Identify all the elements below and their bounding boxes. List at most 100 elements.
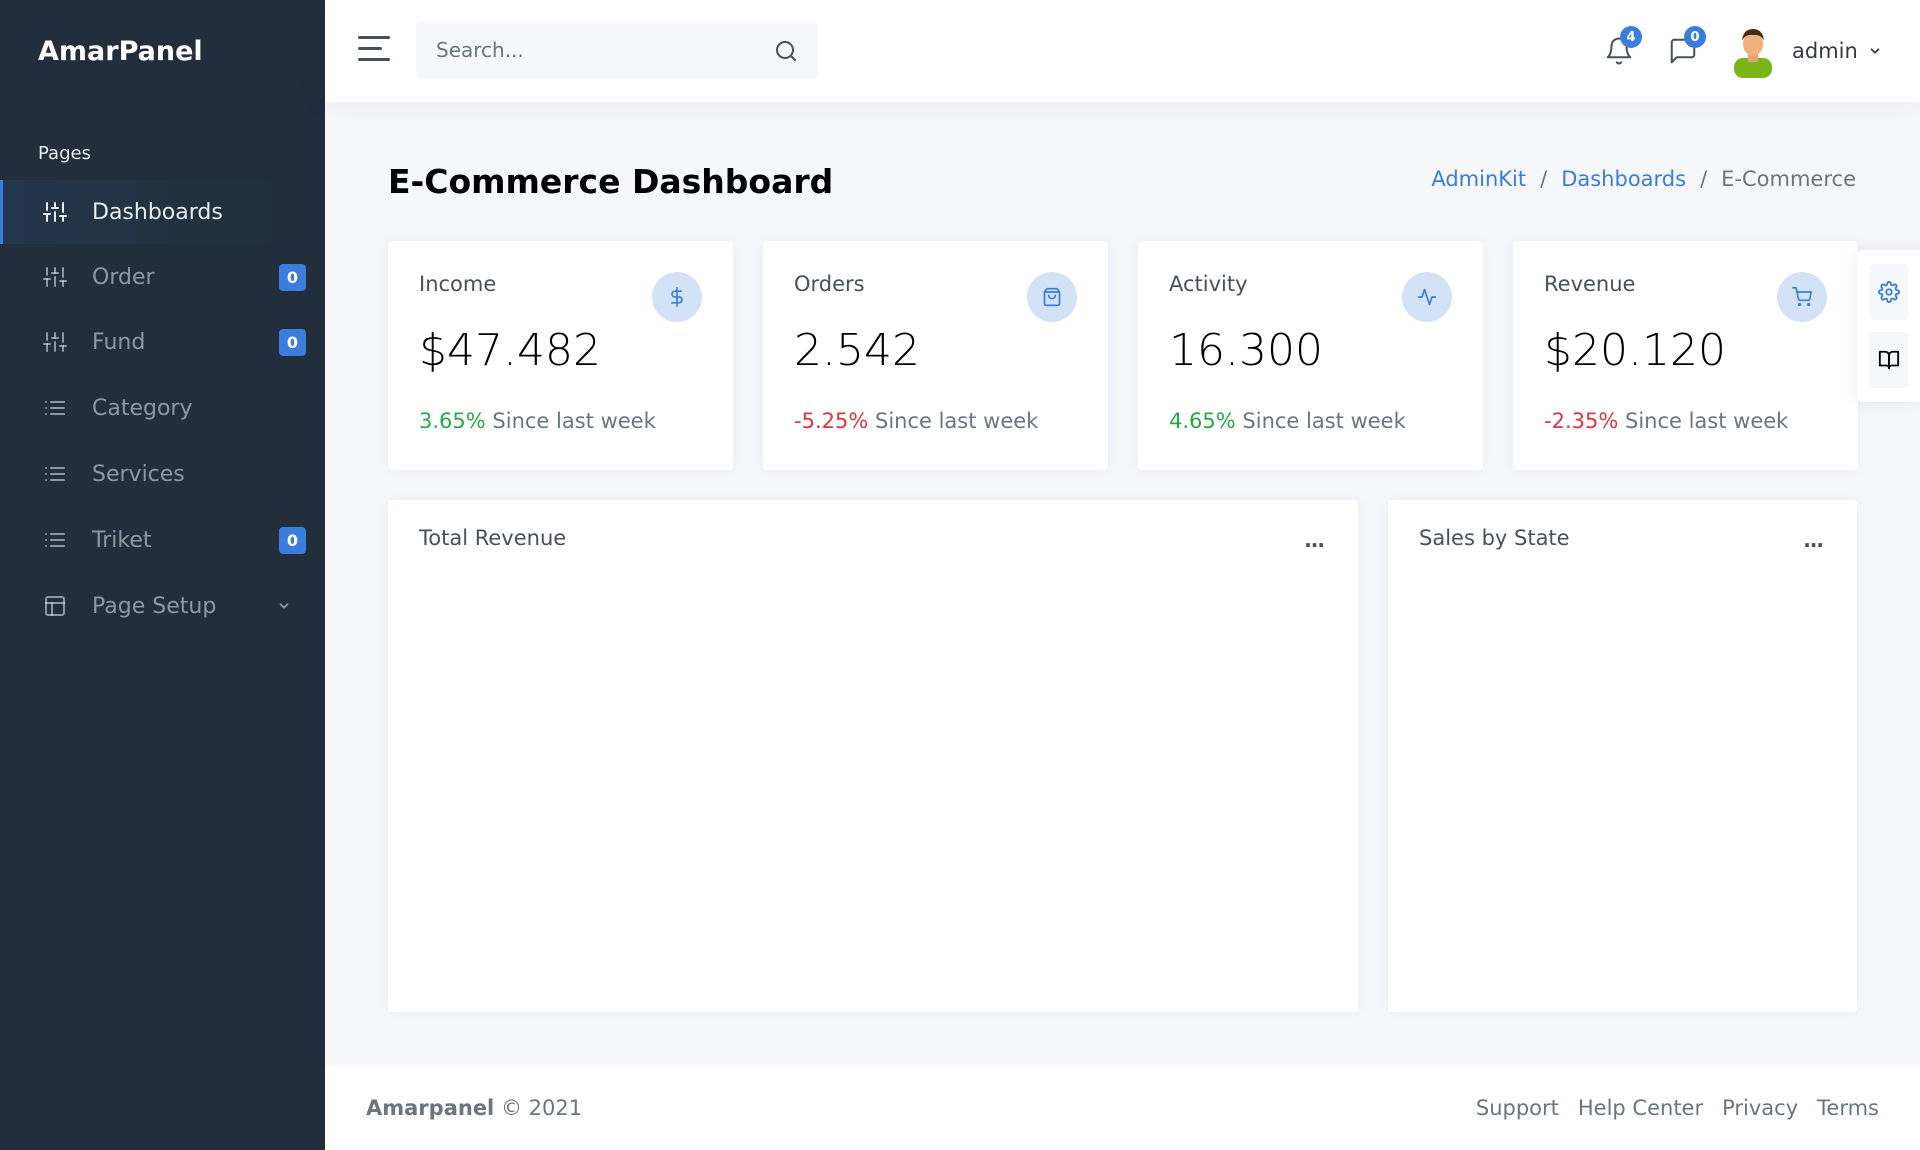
panel-title: Total Revenue [419, 526, 567, 550]
sidebar-item-label: Fund [92, 329, 146, 355]
breadcrumb-link-dashboards[interactable]: Dashboards [1561, 167, 1686, 191]
panel-menu-button[interactable]: ... [1803, 528, 1824, 552]
sliders-icon [43, 332, 67, 352]
panel-title: Sales by State [1419, 526, 1570, 550]
footer-brand[interactable]: Amarpanel [366, 1096, 494, 1120]
stat-change-positive: 4.65% [1169, 409, 1236, 433]
gear-icon [1877, 281, 1900, 303]
notifications-button[interactable]: 4 [1604, 26, 1642, 66]
fund-count-badge: 0 [279, 328, 306, 356]
activity-icon [1402, 272, 1452, 322]
sliders-icon [43, 267, 67, 287]
page-title-bold: E-Commerce [388, 162, 621, 201]
sidebar-item-fund[interactable]: Fund 0 [0, 310, 325, 374]
book-open-icon [1878, 350, 1899, 370]
stat-caption: Since last week [1624, 409, 1789, 433]
sidebar-item-label: Page Setup [92, 593, 217, 619]
breadcrumb-current: E-Commerce [1721, 167, 1856, 191]
page-title: E-Commerce Dashboard [388, 162, 833, 201]
stat-caption: Since last week [1242, 409, 1406, 433]
layout-icon [45, 596, 65, 616]
footer-link-privacy[interactable]: Privacy [1722, 1096, 1798, 1120]
breadcrumb: AdminKit / Dashboards / E-Commerce [1431, 167, 1856, 191]
stat-card-orders: Orders 2.542 -5.25% Since last week [763, 241, 1108, 470]
footer-link-terms[interactable]: Terms [1817, 1096, 1879, 1120]
sidebar-toggle-button[interactable] [358, 36, 390, 64]
sidebar-item-triket[interactable]: Triket 0 [0, 508, 325, 572]
stat-change-negative: -5.25% [794, 409, 869, 433]
search-box [416, 22, 818, 78]
sidebar-item-label: Triket [92, 527, 152, 553]
panel-menu-button[interactable]: ... [1304, 528, 1325, 552]
settings-button[interactable] [1869, 264, 1908, 320]
settings-floating-panel [1857, 250, 1920, 402]
stat-change-row: 3.65% Since last week [419, 409, 656, 433]
brand-logo[interactable]: AmarPanel [38, 36, 203, 67]
stat-value: 2.542 [794, 325, 920, 376]
stat-title: Revenue [1544, 272, 1636, 296]
order-count-badge: 0 [279, 263, 306, 291]
sidebar-item-category[interactable]: Category [0, 376, 325, 440]
stat-change-negative: -2.35% [1544, 409, 1619, 433]
shopping-bag-icon [1027, 272, 1077, 322]
stat-value: 16.300 [1169, 325, 1323, 376]
sidebar-item-label: Category [92, 395, 193, 421]
top-navbar: 4 0 admin [325, 0, 1920, 102]
footer: Amarpanel © 2021 Support Help Center Pri… [325, 1066, 1920, 1150]
sidebar-item-dashboards[interactable]: Dashboards [0, 180, 325, 244]
user-name: admin [1792, 39, 1858, 63]
footer-link-help-center[interactable]: Help Center [1578, 1096, 1703, 1120]
sidebar: AmarPanel Pages Dashboards Order 0 Fund … [0, 0, 325, 1150]
list-icon [45, 401, 65, 415]
stat-value: $20.120 [1544, 325, 1726, 376]
stat-card-revenue: Revenue $20.120 -2.35% Since last week [1513, 241, 1858, 470]
footer-copyright: Amarpanel © 2021 [366, 1096, 582, 1120]
sidebar-item-order[interactable]: Order 0 [0, 245, 325, 309]
shopping-cart-icon [1777, 272, 1827, 322]
stat-card-income: Income $47.482 3.65% Since last week [388, 241, 733, 470]
sidebar-item-label: Services [92, 461, 185, 487]
list-icon [45, 467, 65, 481]
sales-by-state-panel: Sales by State ... [1388, 500, 1857, 1012]
notifications-count-badge: 4 [1620, 26, 1642, 48]
stat-value: $47.482 [419, 325, 601, 376]
sliders-icon [43, 202, 67, 222]
stat-change-row: -2.35% Since last week [1544, 409, 1788, 433]
sidebar-header: Pages [38, 143, 91, 164]
search-input[interactable] [416, 22, 766, 78]
stat-change-row: -5.25% Since last week [794, 409, 1038, 433]
sidebar-item-page-setup[interactable]: Page Setup [0, 574, 325, 638]
breadcrumb-link-adminkit[interactable]: AdminKit [1431, 167, 1526, 191]
stat-title: Activity [1169, 272, 1248, 296]
stat-caption: Since last week [874, 409, 1039, 433]
search-icon[interactable] [774, 39, 798, 63]
stat-change-row: 4.65% Since last week [1169, 409, 1406, 433]
breadcrumb-separator: / [1540, 167, 1548, 191]
triket-count-badge: 0 [279, 526, 306, 554]
sidebar-item-label: Order [92, 264, 155, 290]
user-menu[interactable]: admin [1730, 24, 1882, 78]
footer-links: Support Help Center Privacy Terms [1476, 1096, 1879, 1120]
chevron-down-icon [279, 603, 289, 609]
stat-title: Orders [794, 272, 865, 296]
footer-copyright-year: © 2021 [500, 1096, 583, 1120]
hamburger-line [358, 36, 390, 39]
total-revenue-panel: Total Revenue ... [388, 500, 1358, 1012]
stat-change-positive: 3.65% [419, 409, 486, 433]
sidebar-item-label: Dashboards [92, 199, 223, 225]
docs-button[interactable] [1869, 332, 1908, 388]
breadcrumb-separator: / [1700, 167, 1708, 191]
hamburger-line [358, 58, 390, 61]
sidebar-item-services[interactable]: Services [0, 442, 325, 506]
page-title-rest: Dashboard [632, 162, 834, 201]
hamburger-line [358, 47, 382, 50]
chevron-down-icon [1870, 48, 1880, 54]
list-icon [45, 533, 65, 547]
dollar-icon [652, 272, 702, 322]
stat-caption: Since last week [492, 409, 656, 433]
messages-button[interactable]: 0 [1668, 26, 1706, 66]
stat-title: Income [419, 272, 497, 296]
footer-link-support[interactable]: Support [1476, 1096, 1559, 1120]
messages-count-badge: 0 [1684, 26, 1706, 48]
avatar [1730, 24, 1776, 78]
